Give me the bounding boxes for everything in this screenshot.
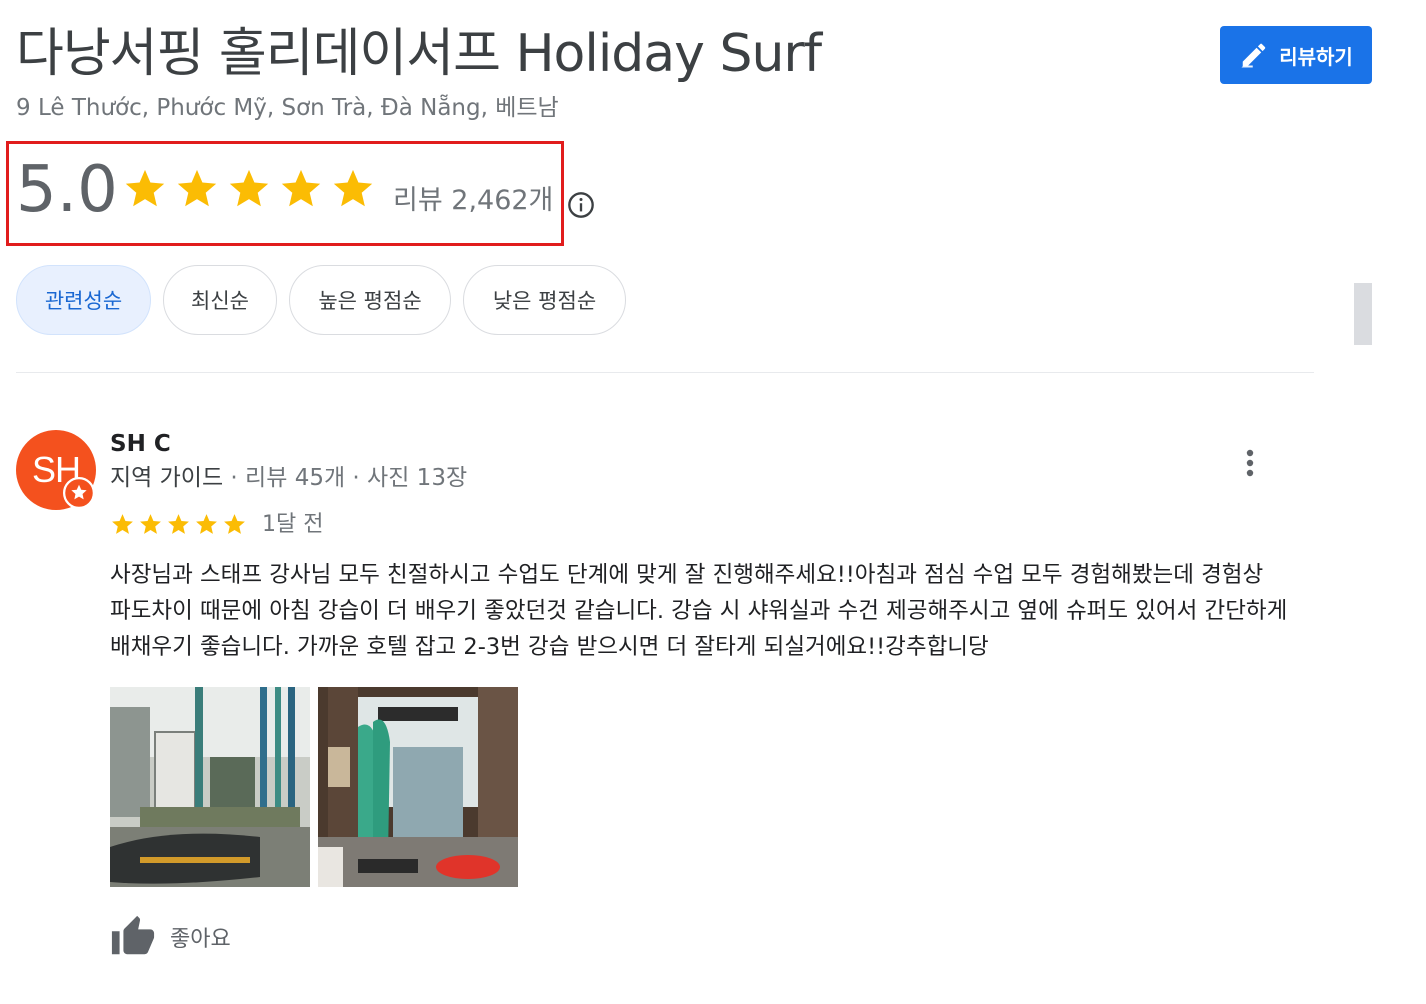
star-icon [112,514,133,534]
rating-value: 5.0 [16,153,118,227]
star-icon [281,169,321,207]
star-icon [140,514,161,534]
divider [16,372,1314,373]
star-icon [229,169,269,207]
review-stars [110,512,247,537]
review-time: 1달 전 [262,512,324,537]
rating-stars [122,166,376,212]
reviewer-stats: · 리뷰 45개 · 사진 13장 [223,465,468,491]
sort-chip-highest[interactable]: 높은 평점순 [289,265,451,335]
thumb-up-icon [111,915,155,955]
review-text: 사장님과 스태프 강사님 모두 친절하시고 수업도 단계에 맞게 잘 진행해주세… [110,562,1288,660]
sort-chip-lowest[interactable]: 낮은 평점순 [463,265,626,335]
write-review-label: 리뷰하기 [1279,44,1353,69]
star-icon [333,169,373,207]
star-icon [196,514,217,534]
reviewer-name[interactable]: SH C [110,429,171,459]
sort-chip-relevance[interactable]: 관련성순 [16,265,151,335]
review-count: 리뷰 2,462개 [393,185,554,216]
star-icon [177,169,217,207]
pencil-icon [1241,43,1266,68]
reviewer-meta: 지역 가이드 · 리뷰 45개 · 사진 13장 [110,463,467,493]
write-review-button[interactable]: 리뷰하기 [1220,26,1372,84]
place-title: 다낭서핑 홀리데이서프 Holiday Surf [16,24,822,84]
star-icon [168,514,189,534]
more-vert-icon[interactable] [1236,446,1264,480]
sort-chip-newest[interactable]: 최신순 [163,265,277,335]
review-photo-2[interactable] [318,687,518,887]
scrollbar-thumb[interactable] [1354,283,1372,345]
place-address: 9 Lê Thước, Phước Mỹ, Sơn Trà, Đà Nẵng, … [16,95,559,121]
star-icon [224,514,245,534]
local-guide-badge-icon [62,476,96,510]
review-photo-1[interactable] [110,687,310,887]
info-icon[interactable] [567,191,595,219]
like-button[interactable]: 좋아요 [110,914,231,960]
local-guide-label: 지역 가이드 [110,465,224,491]
like-label: 좋아요 [170,927,231,952]
star-icon [125,169,165,207]
